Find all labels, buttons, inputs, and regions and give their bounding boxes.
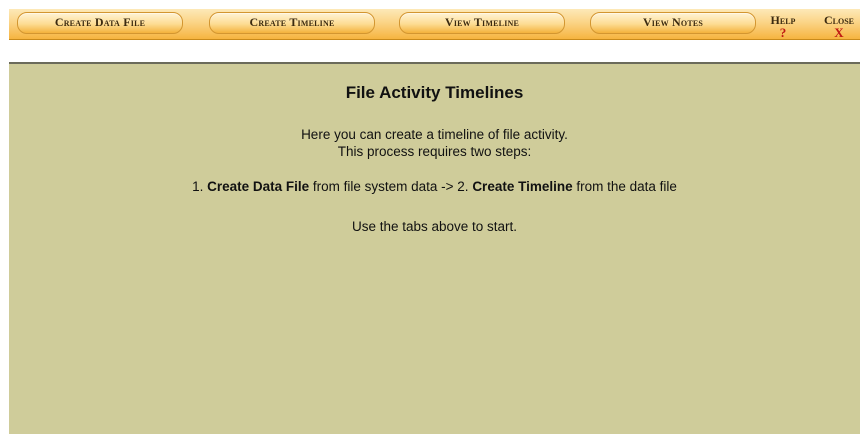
close-x-icon: X bbox=[834, 25, 844, 40]
intro-line-2: This process requires two steps: bbox=[337, 144, 532, 159]
step-1-number: 1. bbox=[192, 179, 208, 194]
step-1-description: from file system data -> 2. bbox=[309, 179, 473, 194]
step-2-description: from the data file bbox=[572, 179, 677, 194]
tab-view-timeline[interactable]: View Timeline bbox=[399, 12, 565, 34]
app-frame: Create Data File Create Timeline View Ti… bbox=[0, 0, 860, 434]
page-title: File Activity Timelines bbox=[345, 83, 524, 102]
tab-create-data-file[interactable]: Create Data File bbox=[17, 12, 183, 34]
steps-text: 1. Create Data File from file system dat… bbox=[9, 178, 860, 195]
close-button[interactable]: Close X bbox=[817, 9, 860, 40]
toolbar-spacer bbox=[9, 40, 860, 60]
tab-view-notes[interactable]: View Notes bbox=[590, 12, 756, 34]
hint-text: Use the tabs above to start. bbox=[351, 219, 518, 234]
question-mark-icon: ? bbox=[779, 25, 787, 40]
tab-create-timeline[interactable]: Create Timeline bbox=[209, 12, 375, 34]
help-button[interactable]: Help ? bbox=[761, 9, 805, 40]
intro-text: Here you can create a timeline of file a… bbox=[9, 126, 860, 160]
step-1-title: Create Data File bbox=[207, 179, 310, 194]
intro-line-1: Here you can create a timeline of file a… bbox=[301, 127, 568, 142]
step-2-title: Create Timeline bbox=[472, 179, 573, 194]
main-content: File Activity Timelines Here you can cre… bbox=[9, 64, 860, 434]
top-tab-bar: Create Data File Create Timeline View Ti… bbox=[9, 9, 860, 40]
